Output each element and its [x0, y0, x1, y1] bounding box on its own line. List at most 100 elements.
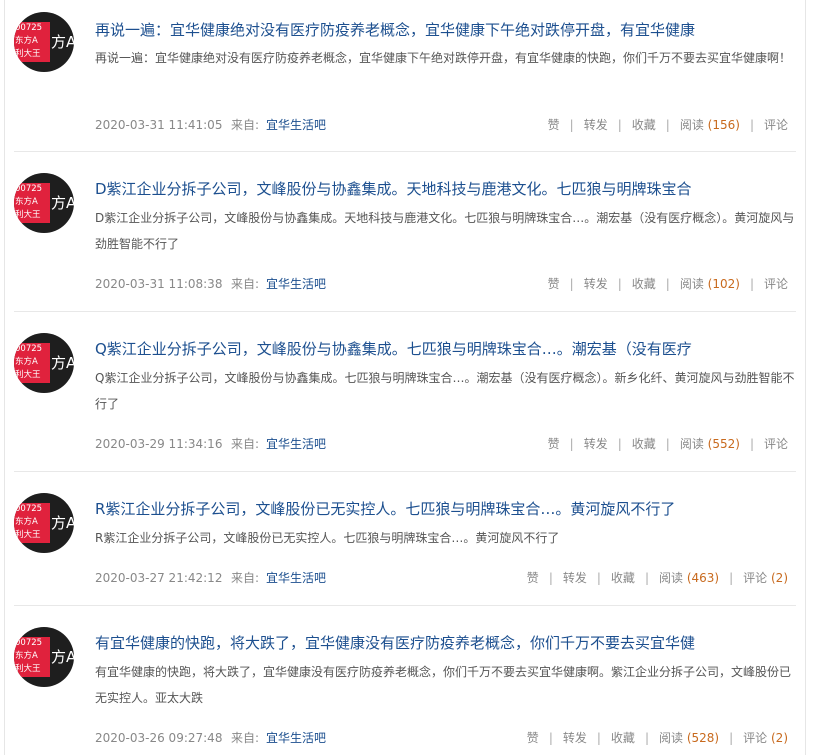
post-divider [14, 151, 796, 152]
divider: | [569, 277, 574, 291]
divider: | [665, 437, 670, 451]
avatar-badge: 00725 东方A 利大王 [14, 343, 50, 383]
avatar[interactable]: 00725 东方A 利大王 方A [14, 173, 74, 233]
avatar-side-text: 方A [51, 354, 74, 372]
post-summary: Q紫江企业分拆子公司，文峰股份与协鑫集成。七匹狼与明牌珠宝合…。潮宏基（没有医疗… [95, 371, 795, 411]
source-link[interactable]: 宜华生活吧 [266, 115, 326, 135]
post-meta: 2020-03-26 09:27:48 来自: 宜华生活吧 赞 | 转发 | 收藏 | 阅读… [95, 728, 788, 748]
post-meta: 2020-03-29 11:34:16 来自: 宜华生活吧 赞 | 转发 | 收藏 | 阅读… [95, 434, 788, 454]
post-actions: 赞 | 转发 | 收藏 | 阅读 (156) | 评论 [548, 115, 788, 135]
source-link[interactable]: 宜华生活吧 [266, 274, 326, 294]
post-summary: D紫江企业分拆子公司，文峰股份与协鑫集成。天地科技与鹿港文化。七匹狼与明牌珠宝合… [95, 211, 795, 251]
repost-button[interactable]: 转发 [563, 731, 587, 745]
source-label: 来自: [231, 277, 260, 291]
source-label: 来自: [231, 437, 260, 451]
source-link[interactable]: 宜华生活吧 [266, 728, 326, 748]
repost-button[interactable]: 转发 [584, 437, 608, 451]
read-count: 阅读 (552) [680, 437, 740, 451]
post-summary: 再说一遍：宜华健康绝对没有医疗防疫养老概念，宜华健康下午绝对跌停开盘，有宜华健康… [95, 51, 792, 65]
like-button[interactable]: 赞 [548, 437, 560, 451]
post-actions: 赞 | 转发 | 收藏 | 阅读 (102) | 评论 [548, 274, 788, 294]
divider: | [749, 118, 754, 132]
post-actions: 赞 | 转发 | 收藏 | 阅读 (552) | 评论 [548, 434, 788, 454]
post-divider [14, 311, 796, 312]
favorite-button[interactable]: 收藏 [632, 277, 656, 291]
divider: | [665, 277, 670, 291]
post-actions: 赞 | 转发 | 收藏 | 阅读 (528) | 评论 (2) [527, 728, 788, 748]
post-meta: 2020-03-27 21:42:12 来自: 宜华生活吧 赞 | 转发 | 收藏 | 阅读… [95, 568, 788, 588]
divider: | [569, 437, 574, 451]
avatar-side-text: 方A [51, 194, 74, 212]
comment-label: 评论 [743, 571, 768, 585]
like-button[interactable]: 赞 [527, 571, 539, 585]
favorite-button[interactable]: 收藏 [611, 571, 635, 585]
avatar[interactable]: 00725 东方A 利大王 方A [14, 627, 74, 687]
post-title[interactable]: D紫江企业分拆子公司，文峰股份与协鑫集成。天地科技与鹿港文化。七匹狼与明牌珠宝合 [95, 178, 795, 200]
post-title[interactable]: Q紫江企业分拆子公司，文峰股份与协鑫集成。七匹狼与明牌珠宝合…。潮宏基（没有医疗 [95, 338, 795, 360]
read-label: 阅读 [679, 437, 704, 451]
read-label: 阅读 [679, 277, 704, 291]
comment-count-value: (2) [771, 731, 788, 745]
post-actions: 赞 | 转发 | 收藏 | 阅读 (463) | 评论 (2) [527, 568, 788, 588]
divider: | [596, 571, 601, 585]
divider: | [729, 571, 734, 585]
avatar[interactable]: 00725 东方A 利大王 方A [14, 333, 74, 393]
comment-button[interactable]: 评论 [764, 437, 788, 451]
like-button[interactable]: 赞 [548, 277, 560, 291]
divider: | [617, 277, 622, 291]
like-button[interactable]: 赞 [548, 118, 560, 132]
read-count-value: (102) [707, 277, 740, 291]
avatar-badge: 00725 东方A 利大王 [14, 503, 50, 543]
comment-label: 评论 [763, 437, 788, 451]
divider: | [665, 118, 670, 132]
comment-button[interactable]: 评论 [764, 277, 788, 291]
divider: | [617, 437, 622, 451]
like-button[interactable]: 赞 [527, 731, 539, 745]
divider: | [749, 277, 754, 291]
comment-label: 评论 [763, 277, 788, 291]
read-count: 阅读 (528) [659, 731, 719, 745]
read-count-value: (156) [707, 118, 740, 132]
avatar-badge: 00725 东方A 利大王 [14, 637, 50, 677]
avatar-side-text: 方A [51, 648, 74, 666]
post-divider [14, 471, 796, 472]
divider: | [617, 118, 622, 132]
favorite-button[interactable]: 收藏 [632, 118, 656, 132]
source-label: 来自: [231, 571, 260, 585]
post-summary: 有宜华健康的快跑，将大跌了，宜华健康没有医疗防疫养老概念，你们千万不要去买宜华健… [95, 665, 792, 705]
post-title[interactable]: 有宜华健康的快跑，将大跌了，宜华健康没有医疗防疫养老概念，你们千万不要去买宜华健 [95, 632, 795, 654]
read-label: 阅读 [658, 731, 683, 745]
read-count-value: (463) [686, 571, 720, 585]
avatar[interactable]: 00725 东方A 利大王 方A [14, 12, 74, 72]
repost-button[interactable]: 转发 [584, 277, 608, 291]
post-date: 2020-03-27 21:42:12 [95, 571, 223, 585]
divider: | [596, 731, 601, 745]
divider: | [548, 571, 553, 585]
frame-border-left [4, 0, 5, 755]
repost-button[interactable]: 转发 [563, 571, 587, 585]
avatar[interactable]: 00725 东方A 利大王 方A [14, 493, 74, 553]
post-summary: R紫江企业分拆子公司，文峰股份已无实控人。七匹狼与明牌珠宝合…。黄河旋风不行了 [95, 531, 560, 545]
comment-button[interactable]: 评论 (2) [743, 571, 788, 585]
post-title[interactable]: R紫江企业分拆子公司，文峰股份已无实控人。七匹狼与明牌珠宝合…。黄河旋风不行了 [95, 498, 795, 520]
comment-label: 评论 [743, 731, 768, 745]
post-divider [14, 605, 796, 606]
divider: | [548, 731, 553, 745]
divider: | [749, 437, 754, 451]
comment-label: 评论 [763, 118, 788, 132]
post-date: 2020-03-26 09:27:48 [95, 731, 223, 745]
source-link[interactable]: 宜华生活吧 [266, 434, 326, 454]
source-link[interactable]: 宜华生活吧 [266, 568, 326, 588]
comment-button[interactable]: 评论 (2) [743, 731, 788, 745]
frame-border-right [805, 0, 806, 755]
favorite-button[interactable]: 收藏 [611, 731, 635, 745]
comment-button[interactable]: 评论 [764, 118, 788, 132]
post-date: 2020-03-31 11:08:38 [95, 277, 223, 291]
post-title[interactable]: 再说一遍：宜华健康绝对没有医疗防疫养老概念，宜华健康下午绝对跌停开盘，有宜华健康 [95, 19, 795, 41]
favorite-button[interactable]: 收藏 [632, 437, 656, 451]
repost-button[interactable]: 转发 [584, 118, 608, 132]
divider: | [644, 571, 649, 585]
post-date: 2020-03-29 11:34:16 [95, 437, 223, 451]
read-count-value: (528) [686, 731, 720, 745]
read-label: 阅读 [658, 571, 683, 585]
